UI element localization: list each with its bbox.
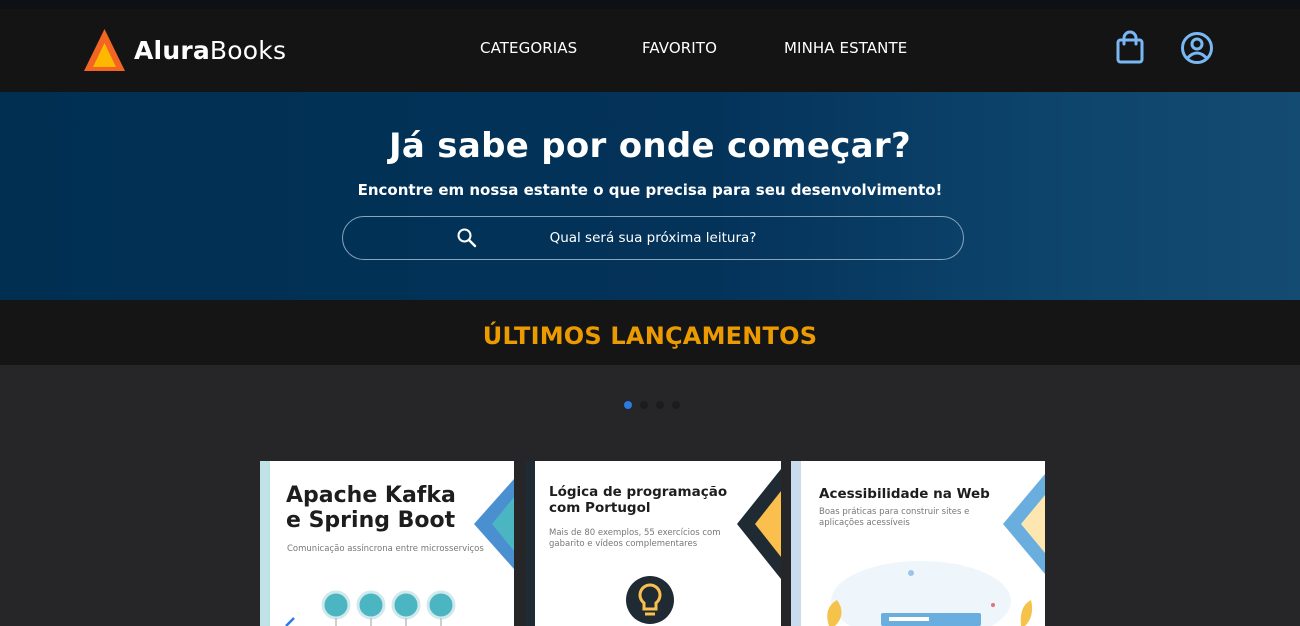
hero-banner: Já sabe por onde começar? Encontre em no… [0, 92, 1300, 300]
carousel-dots [624, 401, 680, 411]
book-card-kafka[interactable]: Apache Kafka e Spring Boot Comunicação a… [260, 461, 514, 626]
hero-title: Já sabe por onde começar? [388, 126, 912, 166]
book-cover-illustration [827, 561, 1033, 626]
book-spine [525, 461, 535, 626]
search-input[interactable] [493, 227, 813, 249]
carousel-dot-2[interactable] [640, 401, 648, 409]
book-title: Acessibilidade na Web [819, 486, 990, 502]
book-spine [260, 461, 270, 626]
book-card-acessibilidade[interactable]: Acessibilidade na Web Boas práticas para… [791, 461, 1045, 626]
book-cover-decoration [737, 469, 781, 579]
nav-favorito[interactable]: FAVORITO [642, 39, 717, 57]
carousel-dot-3[interactable] [656, 401, 664, 409]
header-top-strip [0, 0, 1300, 9]
book-cover-illustration [321, 590, 456, 626]
nav-minha-estante[interactable]: MINHA ESTANTE [784, 39, 907, 57]
carousel-dot-4[interactable] [672, 401, 680, 409]
book-subtitle: Mais de 80 exemplos, 55 exercícios com g… [549, 528, 721, 550]
book-cover-decoration [474, 479, 514, 569]
bag-icon[interactable] [1113, 30, 1147, 66]
search-icon[interactable] [456, 227, 478, 249]
user-icon[interactable] [1180, 30, 1214, 66]
arrow-icon [285, 617, 295, 626]
header: AluraBooks CATEGORIAS FAVORITO MINHA EST… [0, 0, 1300, 92]
lightbulb-icon [626, 576, 674, 624]
section-header: ÚLTIMOS LANÇAMENTOS [0, 300, 1300, 365]
book-subtitle: Comunicação assíncrona entre microsservi… [287, 544, 484, 554]
main-nav: CATEGORIAS FAVORITO MINHA ESTANTE [0, 39, 1300, 59]
search-bar[interactable] [342, 216, 964, 260]
nav-categorias[interactable]: CATEGORIAS [480, 39, 577, 57]
section-title: ÚLTIMOS LANÇAMENTOS [482, 322, 818, 350]
book-subtitle: Boas práticas para construir sites e apl… [819, 507, 970, 529]
hero-subtitle: Encontre em nossa estante o que precisa … [357, 181, 943, 199]
carousel-dot-1[interactable] [624, 401, 632, 409]
book-title: Apache Kafka e Spring Boot [286, 483, 456, 534]
book-spine [791, 461, 801, 626]
book-title: Lógica de programação com Portugol [549, 484, 728, 516]
book-card-portugol[interactable]: Lógica de programação com Portugol Mais … [525, 461, 781, 626]
